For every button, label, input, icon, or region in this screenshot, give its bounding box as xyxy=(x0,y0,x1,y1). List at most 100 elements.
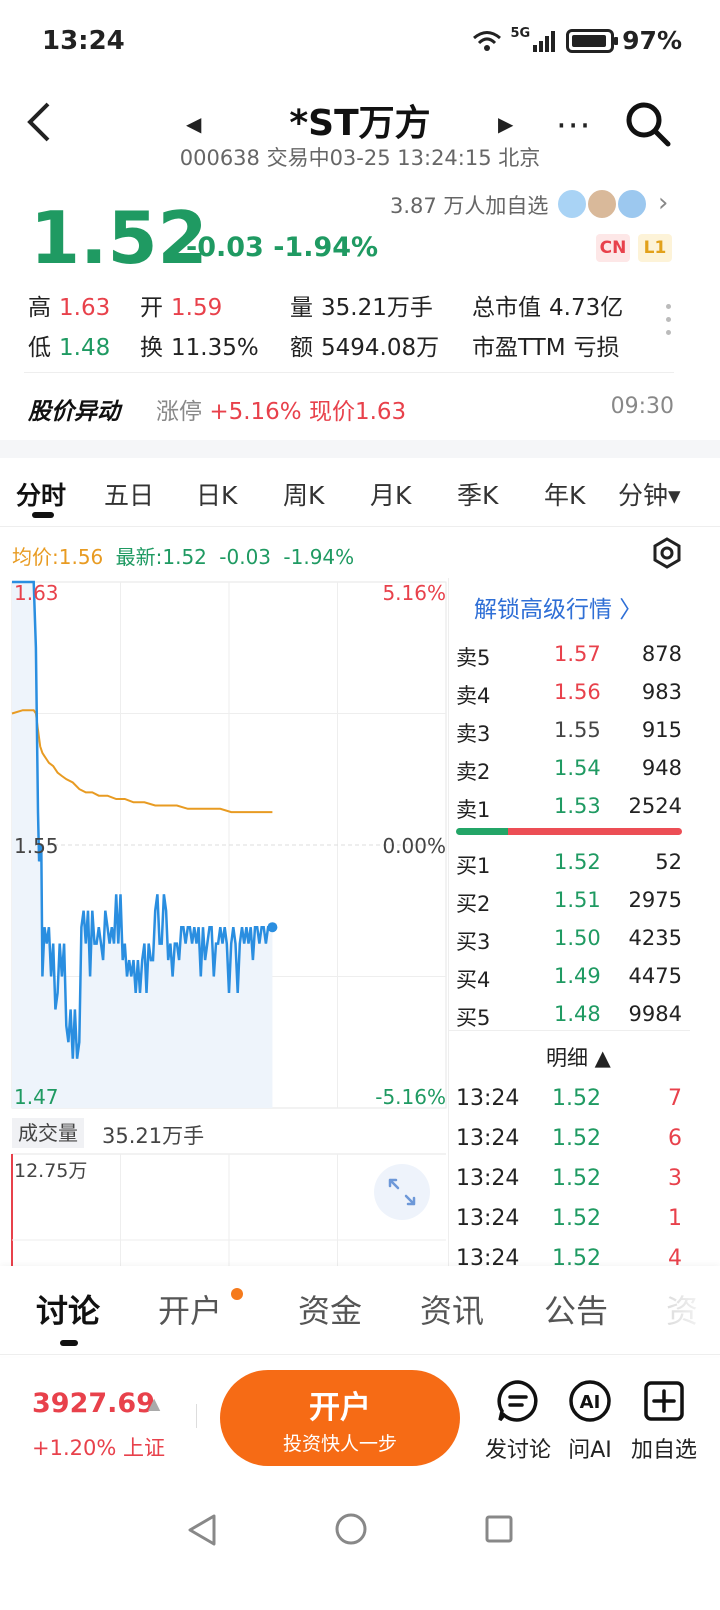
tab-yearly-k[interactable]: 年K xyxy=(544,476,585,512)
avg-price: 均价:1.56 xyxy=(12,545,104,569)
status-time: 13:24 xyxy=(42,26,125,56)
more-button[interactable]: ··· xyxy=(556,106,591,146)
stat-amount: 额 5494.08万 xyxy=(290,335,440,361)
next-stock-arrow[interactable]: ▶ xyxy=(498,112,513,136)
nav-back-icon[interactable] xyxy=(186,1512,220,1548)
tab-open-account[interactable]: 开户 xyxy=(158,1286,222,1332)
bid-ratio-bar xyxy=(456,828,508,835)
tab-indicator xyxy=(32,512,54,518)
svg-text:AI: AI xyxy=(580,1392,601,1413)
tab-discussion[interactable]: 讨论 xyxy=(36,1286,100,1332)
stock-title: *ST万方 xyxy=(289,103,431,144)
divider xyxy=(448,578,449,1268)
latest-change: -0.03 xyxy=(219,545,272,569)
ask-row: 卖3 1.55 915 xyxy=(456,718,682,746)
stat-open: 开 1.59 xyxy=(140,295,223,321)
nav-recents-icon[interactable] xyxy=(484,1514,514,1544)
index-change[interactable]: +1.20% 上证 xyxy=(32,1432,165,1462)
y-pct-mid: 0.00% xyxy=(382,834,446,858)
avg-price-line xyxy=(11,709,273,814)
post-discussion-button[interactable]: 发讨论 xyxy=(480,1378,556,1464)
latest-pct: -1.94% xyxy=(283,545,355,569)
tab-quarterly-k[interactable]: 季K xyxy=(457,476,498,512)
tab-daily-k[interactable]: 日K xyxy=(196,476,237,512)
followers-count[interactable]: 3.87 万人加自选 xyxy=(390,190,548,220)
market-tag-cn: CN xyxy=(596,234,630,262)
divider xyxy=(0,1354,720,1355)
tab-weekly-k[interactable]: 周K xyxy=(283,476,324,512)
nav-home-icon[interactable] xyxy=(334,1512,368,1546)
more-stats-handle[interactable] xyxy=(666,304,674,343)
trade-tick-row: 13:24 1.52 3 xyxy=(456,1166,682,1191)
tab-funds[interactable]: 资金 xyxy=(298,1286,362,1332)
tab-announcements[interactable]: 公告 xyxy=(544,1286,608,1332)
ai-icon: AI xyxy=(569,1380,611,1422)
chart-settings-button[interactable] xyxy=(650,536,684,570)
volume-label: 成交量 xyxy=(12,1118,84,1148)
bid-row: 买4 1.49 4475 xyxy=(456,964,682,992)
avatar xyxy=(616,188,648,220)
open-account-sublabel: 投资快人一步 xyxy=(282,1433,397,1455)
notification-dot xyxy=(231,1288,243,1300)
stat-low: 低 1.48 xyxy=(28,335,111,361)
y-label-mid: 1.55 xyxy=(14,834,59,858)
stat-turnover: 换 11.35% xyxy=(140,335,259,361)
tab-minute[interactable]: 分钟▾ xyxy=(618,476,681,512)
ask-row: 卖5 1.57 878 xyxy=(456,642,682,670)
index-value[interactable]: 3927.69 xyxy=(32,1388,155,1419)
status-icons: 5G 97% xyxy=(472,26,682,55)
stat-mktcap: 总市值 4.73亿 xyxy=(472,295,624,321)
stat-volume: 量 35.21万手 xyxy=(290,295,433,321)
tab-indicator xyxy=(60,1340,78,1346)
open-account-button[interactable]: 开户 投资快人一步 xyxy=(220,1370,460,1466)
tabs-fade xyxy=(640,1270,720,1350)
chart-quote-line: 均价:1.56 最新:1.52 -0.03 -1.94% xyxy=(12,541,354,570)
ask-ratio-bar xyxy=(508,828,682,835)
trade-tick-row: 13:24 1.52 6 xyxy=(456,1126,682,1151)
trade-tick-row: 13:24 1.52 1 xyxy=(456,1206,682,1231)
chevron-right-icon[interactable]: › xyxy=(658,188,668,218)
up-triangle-icon: ▲ xyxy=(148,1394,161,1413)
network-label: 5G xyxy=(510,26,531,41)
ask-row: 卖2 1.54 948 xyxy=(456,756,682,784)
trade-detail-toggle[interactable]: 明细 ▲ xyxy=(546,1042,611,1072)
expand-icon xyxy=(388,1178,416,1206)
fullscreen-button[interactable] xyxy=(374,1164,430,1220)
open-account-label: 开户 xyxy=(309,1390,371,1426)
tab-monthly-k[interactable]: 月K xyxy=(370,476,411,512)
tab-intraday[interactable]: 分时 xyxy=(16,476,66,512)
alert-text[interactable]: 涨停 +5.16% 现价1.63 xyxy=(156,392,406,426)
add-favorite-button[interactable]: 加自选 xyxy=(626,1378,702,1464)
divider xyxy=(448,1030,690,1031)
battery-level: 97% xyxy=(622,26,682,55)
stock-subtitle: 000638 交易中03-25 13:24:15 北京 xyxy=(179,146,541,170)
latest-point xyxy=(267,922,278,933)
y-label-high: 1.63 xyxy=(14,581,59,605)
tab-five-day[interactable]: 五日 xyxy=(104,476,154,512)
divider xyxy=(0,526,720,527)
ask-ai-button[interactable]: AI 问AI xyxy=(552,1378,628,1464)
current-price: 1.52 xyxy=(30,196,208,280)
search-icon xyxy=(626,102,671,147)
chat-bubble-icon xyxy=(497,1380,538,1422)
tab-news[interactable]: 资讯 xyxy=(420,1286,484,1332)
ask-ai-label: 问AI xyxy=(568,1438,612,1463)
ask-row: 卖1 1.53 2524 xyxy=(456,794,682,822)
section-gap xyxy=(0,440,720,458)
unlock-advanced-quotes-link[interactable]: 解锁高级行情 〉 xyxy=(474,590,642,624)
wifi-icon xyxy=(473,30,502,51)
price-change: -0.03 -1.94% xyxy=(186,232,379,263)
volume-value: 35.21万手 xyxy=(102,1124,205,1148)
post-discussion-label: 发讨论 xyxy=(484,1438,551,1463)
bid-row: 买5 1.48 9984 xyxy=(456,1002,682,1030)
stat-pe: 市盈TTM 亏损 xyxy=(472,335,620,361)
volume-max: 12.75万 xyxy=(14,1160,88,1182)
battery-icon xyxy=(566,28,619,53)
hexagon-settings-icon xyxy=(653,537,681,569)
avatar xyxy=(556,188,588,220)
search-button[interactable] xyxy=(624,100,672,148)
stat-high: 高 1.63 xyxy=(28,295,111,321)
divider xyxy=(196,1404,197,1428)
plus-box-icon xyxy=(644,1381,684,1421)
ask-row: 卖4 1.56 983 xyxy=(456,680,682,708)
